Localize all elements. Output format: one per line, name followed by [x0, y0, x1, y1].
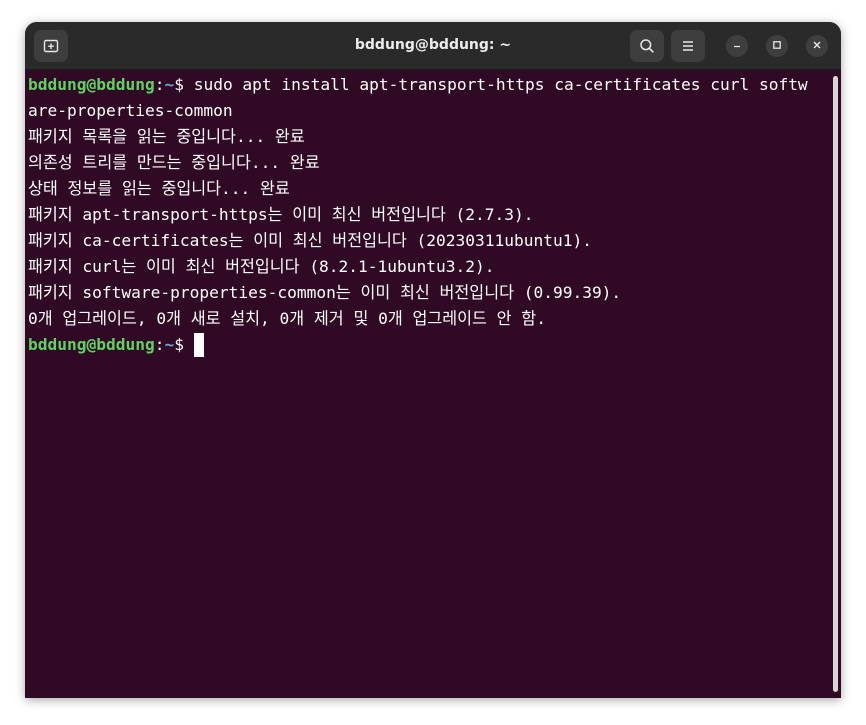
- prompt-line: bddung@bddung:~$ sudo apt install apt-tr…: [28, 72, 808, 98]
- terminal-output-area[interactable]: bddung@bddung:~$ sudo apt install apt-tr…: [25, 70, 841, 698]
- scrollbar[interactable]: [833, 76, 838, 692]
- prompt-symbol: $: [174, 335, 194, 354]
- prompt-user-host: bddung@bddung: [28, 335, 155, 354]
- prompt-colon: :: [154, 335, 165, 354]
- current-prompt-line[interactable]: bddung@bddung:~$: [28, 332, 204, 358]
- terminal-window: bddung@bddung: ~ bddung@bddung:~$ sudo a…: [25, 22, 841, 698]
- prompt-path: ~: [164, 75, 175, 94]
- prompt-path: ~: [164, 335, 175, 354]
- prompt-symbol: $: [174, 75, 194, 94]
- output-line: 패키지 apt-transport-https는 이미 최신 버전입니다 (2.…: [28, 205, 534, 224]
- prompt-colon: :: [154, 75, 165, 94]
- new-tab-button[interactable]: [34, 30, 68, 62]
- search-button[interactable]: [630, 30, 664, 62]
- maximize-icon: [772, 37, 782, 55]
- output-line: 상태 정보를 읽는 중입니다... 완료: [28, 179, 290, 198]
- output-line: 의존성 트리를 만드는 중입니다... 완료: [28, 153, 320, 172]
- output-line: 0개 업그레이드, 0개 새로 설치, 0개 제거 및 0개 업그레이드 안 함…: [28, 309, 546, 328]
- prompt-user-host: bddung@bddung: [28, 75, 155, 94]
- hamburger-menu-icon: [681, 39, 695, 53]
- window-title: bddung@bddung: ~: [354, 37, 512, 53]
- output-line: 패키지 목록을 읽는 중입니다... 완료: [28, 127, 305, 146]
- text-cursor: [193, 333, 204, 357]
- output-line: 패키지 software-properties-common는 이미 최신 버전…: [28, 283, 622, 302]
- output-line: 패키지 ca-certificates는 이미 최신 버전입니다 (202303…: [28, 231, 592, 250]
- command-wrap-line: are-properties-common: [28, 101, 233, 120]
- new-tab-icon: [43, 38, 59, 54]
- minimize-button[interactable]: [726, 35, 748, 57]
- menu-button[interactable]: [671, 30, 705, 62]
- minimize-icon: [732, 37, 742, 55]
- output-line: 패키지 curl는 이미 최신 버전입니다 (8.2.1-1ubuntu3.2)…: [28, 257, 495, 276]
- command-text: sudo apt install apt-transport-https ca-…: [193, 75, 808, 94]
- title-bar[interactable]: bddung@bddung: ~: [25, 22, 841, 70]
- maximize-button[interactable]: [766, 35, 788, 57]
- search-icon: [639, 38, 655, 54]
- close-icon: [812, 37, 822, 55]
- close-button[interactable]: [806, 35, 828, 57]
